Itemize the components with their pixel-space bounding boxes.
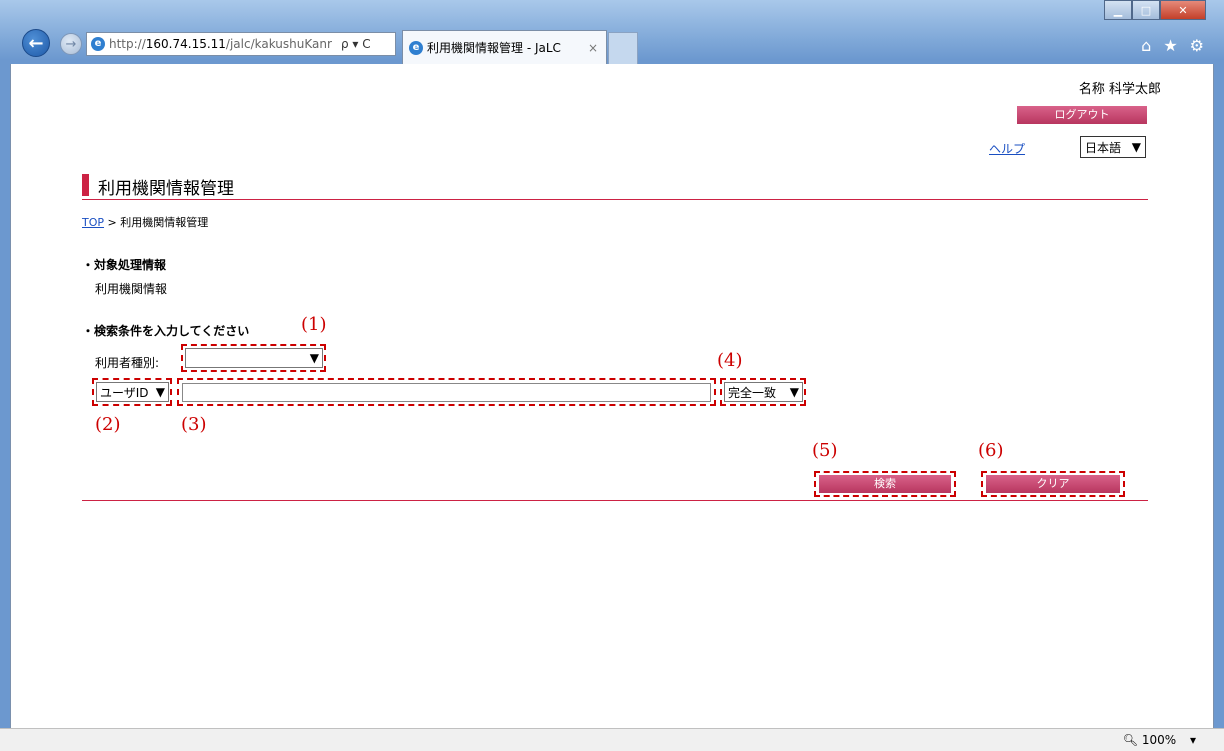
target-section-heading: ・対象処理情報 xyxy=(82,258,167,272)
title-accent xyxy=(82,174,89,196)
maximize-icon: □ xyxy=(1140,3,1152,17)
settings-gear-icon[interactable]: ⚙ xyxy=(1190,36,1204,55)
browser-window: ← → e http://160.74.15.11/jalc/kakushuKa… xyxy=(0,0,1224,751)
callout-3: (3) xyxy=(181,414,207,435)
search-section-heading: ・検索条件を入力してください xyxy=(82,324,250,338)
user-type-label: 利用者種別: xyxy=(95,356,160,370)
zoom-control[interactable]: 🔍︎ 100% ▾ xyxy=(1123,733,1196,747)
address-bar[interactable]: e http://160.74.15.11/jalc/kakushuKanr ρ… xyxy=(86,32,396,56)
target-section-value: 利用機関情報 xyxy=(95,282,168,296)
home-icon[interactable]: ⌂ xyxy=(1141,36,1151,55)
clear-button[interactable]: クリア xyxy=(986,475,1120,493)
callout-1: (1) xyxy=(301,314,327,335)
maximize-button[interactable]: □ xyxy=(1132,0,1160,20)
language-value: 日本語 xyxy=(1085,140,1122,155)
chevron-down-icon: ▼ xyxy=(789,385,799,399)
keyword-input[interactable] xyxy=(182,383,711,402)
window-controls: ▁ □ ✕ xyxy=(1104,0,1206,20)
chevron-down-icon: ▾ xyxy=(1189,733,1196,747)
close-button[interactable]: ✕ xyxy=(1160,0,1206,20)
forward-button[interactable]: → xyxy=(60,33,82,55)
arrow-right-icon: → xyxy=(65,36,77,52)
search-button[interactable]: 検索 xyxy=(819,475,951,493)
callout-4: (4) xyxy=(717,350,743,371)
match-mode-select[interactable]: 完全一致 ▼ xyxy=(724,382,803,402)
search-field-select[interactable]: ユーザID ▼ xyxy=(96,382,169,402)
chevron-down-icon: ▼ xyxy=(155,385,165,399)
user-name: 名称 科学太郎 xyxy=(1078,82,1161,97)
ie-tab-icon: e xyxy=(409,40,423,55)
browser-toolbar: ⌂ ★ ⚙ xyxy=(1141,36,1204,55)
minimize-icon: ▁ xyxy=(1113,3,1123,17)
help-link[interactable]: ヘルプ xyxy=(989,140,1025,157)
back-button[interactable]: ← xyxy=(22,29,50,57)
status-bar: 🔍︎ 100% ▾ xyxy=(0,728,1224,751)
page-title-bar: 利用機関情報管理 xyxy=(82,172,1148,200)
match-mode-value: 完全一致 xyxy=(728,385,777,400)
new-tab-button[interactable] xyxy=(608,32,638,64)
breadcrumb-current: 利用機関情報管理 xyxy=(120,216,209,229)
ie-page-icon: e xyxy=(91,37,105,51)
zoom-icon: 🔍︎ xyxy=(1122,733,1138,747)
arrow-left-icon: ← xyxy=(28,32,44,54)
tab-title: 利用機関情報管理 - JaLC xyxy=(427,41,561,55)
search-field-value: ユーザID xyxy=(100,385,149,400)
tab-jalc[interactable]: e 利用機関情報管理 - JaLC × xyxy=(402,30,607,64)
chevron-down-icon: ▼ xyxy=(309,351,319,365)
chevron-down-icon: ▼ xyxy=(1131,140,1141,154)
address-url[interactable]: http://160.74.15.11/jalc/kakushuKanr xyxy=(109,37,337,51)
page-title: 利用機関情報管理 xyxy=(98,179,234,199)
callout-5: (5) xyxy=(812,440,838,461)
language-select[interactable]: 日本語 ▼ xyxy=(1080,136,1146,158)
section-divider xyxy=(82,500,1148,501)
user-type-select[interactable]: ▼ xyxy=(185,348,323,368)
breadcrumb: TOP > 利用機関情報管理 xyxy=(82,214,208,230)
zoom-value: 100% xyxy=(1141,733,1177,747)
logout-button[interactable]: ログアウト xyxy=(1017,106,1147,124)
minimize-button[interactable]: ▁ xyxy=(1104,0,1132,20)
tab-close-icon[interactable]: × xyxy=(588,41,598,55)
callout-6: (6) xyxy=(978,440,1004,461)
search-refresh-icons[interactable]: ρ ▾ C xyxy=(341,37,371,51)
page-content: 名称 科学太郎 ログアウト ヘルプ 日本語 ▼ 利用機関情報管理 TOP > 利… xyxy=(10,64,1214,728)
close-icon: ✕ xyxy=(1178,3,1188,17)
title-bar: ← → e http://160.74.15.11/jalc/kakushuKa… xyxy=(0,0,1224,64)
callout-2: (2) xyxy=(95,414,121,435)
favorites-star-icon[interactable]: ★ xyxy=(1163,36,1177,55)
breadcrumb-top-link[interactable]: TOP xyxy=(82,216,104,229)
breadcrumb-separator: > xyxy=(104,216,121,229)
